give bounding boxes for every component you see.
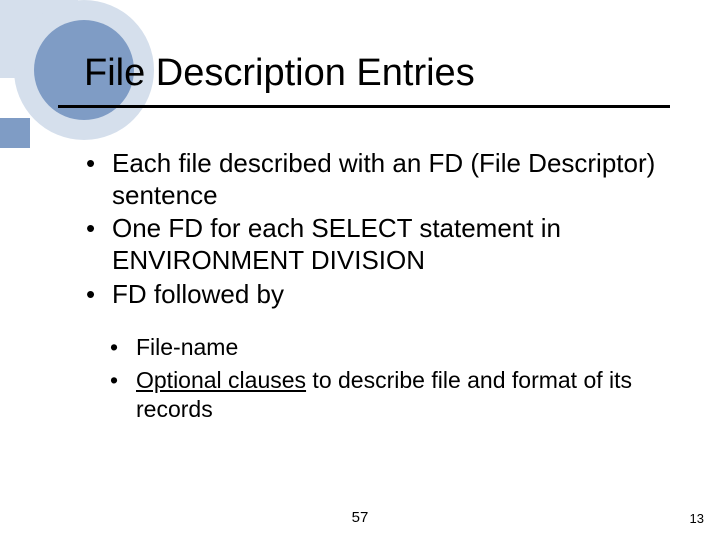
bullet-text: One FD for each SELECT statement in ENVI…	[112, 213, 561, 275]
sub-bullet-item: File-name	[110, 333, 686, 362]
footer-right-number: 13	[690, 511, 704, 526]
sub-bullet-item: Optional clauses to describe file and fo…	[110, 366, 686, 425]
bullet-text: FD followed by	[112, 279, 284, 309]
slide-body: Each file described with an FD (File Des…	[86, 148, 686, 429]
footer-center-number: 57	[0, 509, 720, 526]
title-rule	[58, 105, 670, 108]
sub-bullet-underlined: Optional clauses	[136, 367, 306, 393]
sub-bullet-text: File-name	[136, 334, 238, 360]
bullet-item: FD followed by	[86, 279, 686, 311]
bullet-text: Each file described with an FD (File Des…	[112, 148, 655, 210]
title-block: File Description Entries	[84, 52, 684, 108]
slide-title: File Description Entries	[84, 52, 684, 101]
bullet-item: One FD for each SELECT statement in ENVI…	[86, 213, 686, 276]
bullet-item: Each file described with an FD (File Des…	[86, 148, 686, 211]
